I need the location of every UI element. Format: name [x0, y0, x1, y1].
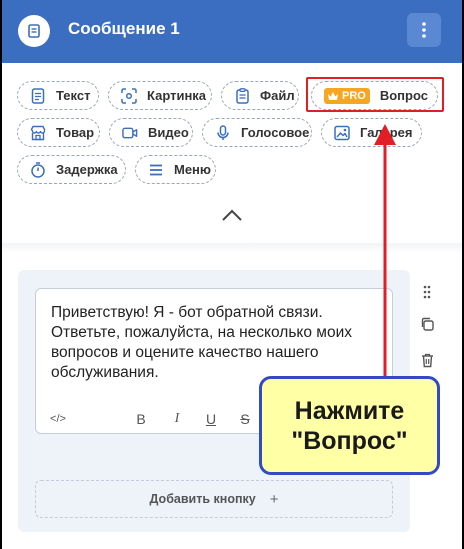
- callout-line-2: "Вопрос": [291, 426, 408, 455]
- instruction-callout: Нажмите "Вопрос": [259, 376, 440, 475]
- callout-line-1: Нажмите: [294, 396, 405, 425]
- message-editor-window: Сообщение 1 Текст Картинка Файл PRO Вопр…: [2, 0, 462, 549]
